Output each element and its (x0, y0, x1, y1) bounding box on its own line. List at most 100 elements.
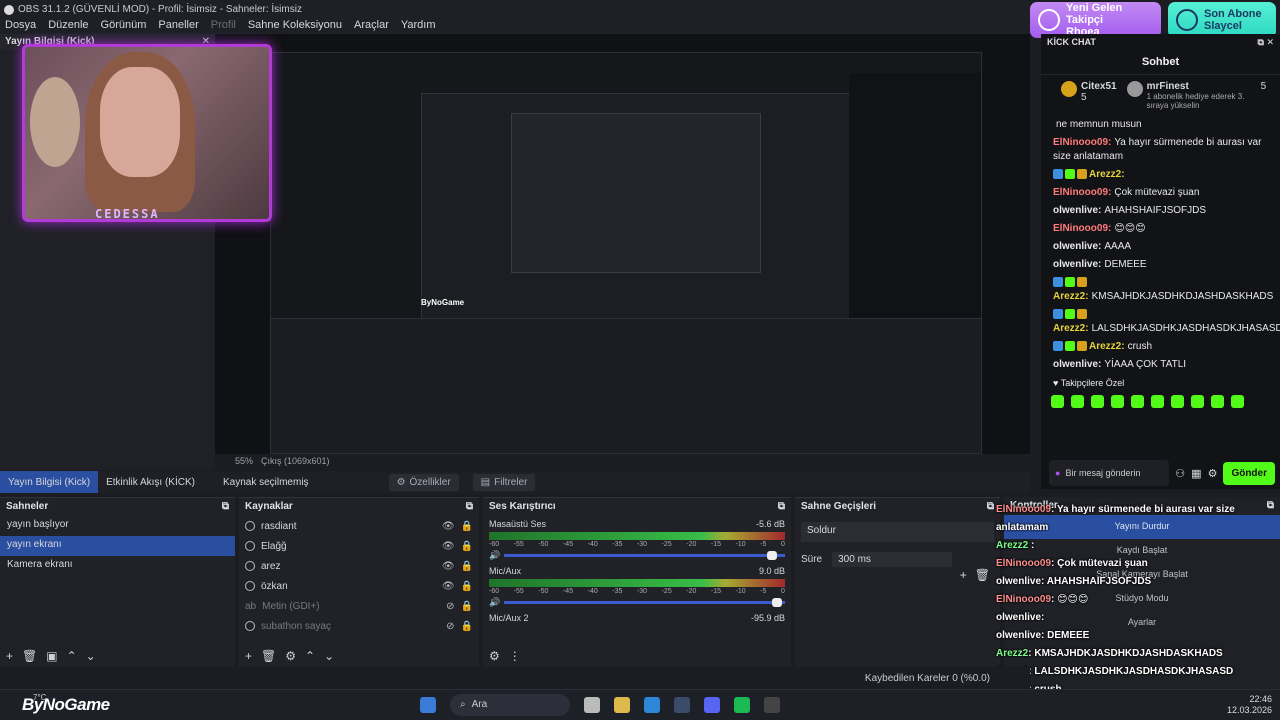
source-row[interactable]: Elağğ 👁 🔒 (239, 536, 479, 556)
add-icon[interactable]: + (960, 568, 967, 582)
undock-icon[interactable]: ⧉ (778, 501, 785, 513)
mic-icon[interactable]: ● (1055, 468, 1060, 478)
chat-username[interactable]: Arezz2: (1089, 341, 1125, 352)
lock-icon[interactable]: 🔒 (461, 621, 473, 632)
slider-knob[interactable] (766, 550, 777, 560)
users-icon[interactable]: ⚇ (1175, 467, 1185, 480)
gifter-pin[interactable]: mrFinest 1 abonelik hediye ederek 3. sıra… (1126, 81, 1266, 110)
tab-event-feed[interactable]: Etkinlik Akışı (KİCK) (98, 471, 203, 493)
gear-icon[interactable]: ⚙ (285, 649, 296, 663)
chevron-up-icon[interactable]: ⌃ (305, 649, 315, 663)
menu-profile[interactable]: Profil (211, 19, 236, 31)
emote-icon[interactable] (1171, 395, 1184, 408)
eye-icon[interactable]: 👁 (442, 581, 455, 592)
discord-icon[interactable] (704, 697, 720, 713)
volume-slider[interactable]: 🔊 (489, 550, 785, 560)
windows-start-icon[interactable] (420, 697, 436, 713)
file-explorer-icon[interactable] (614, 697, 630, 713)
slider-track[interactable] (504, 550, 785, 560)
chat-username[interactable]: olwenlive: (1053, 205, 1101, 216)
chevron-down-icon[interactable]: ⌄ (324, 649, 334, 663)
filters-button[interactable]: ▤ Filtreler (472, 473, 536, 491)
emote-icon[interactable] (1111, 395, 1124, 408)
eye-icon[interactable]: 👁 (442, 561, 455, 572)
tab-stream-info[interactable]: Yayın Bilgisi (Kick) (0, 471, 99, 493)
close-icon[interactable]: ⧉ ✕ (1258, 37, 1274, 47)
chat-username[interactable]: olwenlive: (1053, 359, 1101, 370)
edge-icon[interactable] (644, 697, 660, 713)
gear-icon[interactable]: ⚙ (489, 649, 500, 663)
obs-taskbar-icon[interactable] (764, 697, 780, 713)
source-row[interactable]: subathon sayaç ⊘ 🔒 (239, 616, 479, 636)
chat-username[interactable]: olwenlive: (1053, 259, 1101, 270)
scene-item[interactable]: Kamera ekranı (0, 556, 235, 576)
chevron-down-icon[interactable]: ⌄ (86, 649, 96, 663)
duration-input[interactable]: 300 ms (832, 552, 953, 567)
transition-select[interactable]: Soldur (801, 522, 994, 542)
source-row[interactable]: rasdiant 👁 🔒 (239, 516, 479, 536)
chevron-up-icon[interactable]: ⌃ (67, 649, 77, 663)
source-row[interactable]: arez 👁 🔒 (239, 556, 479, 576)
emote-icon[interactable] (1211, 395, 1224, 408)
properties-button[interactable]: ⚙ Özellikler (388, 473, 459, 491)
volume-slider[interactable]: 🔊 (489, 597, 785, 607)
trash-icon[interactable]: 🗑 (261, 649, 276, 663)
chat-username[interactable]: ElNinooo09: (1053, 223, 1111, 234)
gifter-pin[interactable]: Citex51 5 (1061, 81, 1117, 110)
undock-icon[interactable]: ⧉ (222, 501, 229, 513)
system-tray-clock[interactable]: 22:46 12.03.2026 (1227, 694, 1272, 716)
task-view-icon[interactable] (584, 697, 600, 713)
eye-icon[interactable]: 👁 (442, 521, 455, 532)
zoom-level[interactable]: 55% (235, 456, 253, 466)
emote-icon[interactable] (1151, 395, 1164, 408)
eye-icon[interactable]: 👁 (442, 541, 455, 552)
source-row[interactable]: ab Metin (GDI+) ⊘ 🔒 (239, 596, 479, 616)
emote-icon[interactable] (1131, 395, 1144, 408)
menu-edit[interactable]: Düzenle (48, 19, 88, 31)
menu-file[interactable]: Dosya (5, 19, 36, 31)
chat-username[interactable]: Arezz2: (1089, 169, 1125, 180)
lock-icon[interactable]: 🔒 (461, 581, 473, 592)
undock-icon[interactable]: ⧉ (466, 501, 473, 513)
add-icon[interactable]: + (245, 649, 252, 663)
more-icon[interactable]: ⋮ (509, 649, 521, 663)
gear-icon[interactable]: ⚙ (1208, 467, 1218, 480)
speaker-icon[interactable]: 🔊 (489, 550, 500, 561)
spotify-icon[interactable] (734, 697, 750, 713)
trash-icon[interactable]: 🗑 (22, 649, 37, 663)
chat-username[interactable]: Arezz2: (1053, 291, 1089, 302)
lock-icon[interactable]: 🔒 (461, 541, 473, 552)
eye-hidden-icon[interactable]: ⊘ (446, 601, 454, 612)
scene-item[interactable]: yayın başlıyor (0, 516, 235, 536)
emote-icon[interactable] (1231, 395, 1244, 408)
emote-icon[interactable] (1091, 395, 1104, 408)
filter-icon[interactable]: ▣ (46, 649, 57, 663)
steam-icon[interactable] (674, 697, 690, 713)
lock-icon[interactable]: 🔒 (461, 561, 473, 572)
chat-username[interactable]: Arezz2: (1053, 323, 1089, 334)
slider-track[interactable] (504, 597, 785, 607)
slider-knob[interactable] (772, 597, 783, 607)
lock-icon[interactable]: 🔒 (461, 601, 473, 612)
menu-tools[interactable]: Araçlar (354, 19, 389, 31)
chat-username[interactable]: ElNinooo09: (1053, 137, 1111, 148)
emote-icon[interactable] (1191, 395, 1204, 408)
source-row[interactable]: özkan 👁 🔒 (239, 576, 479, 596)
store-icon[interactable]: ▦ (1191, 467, 1201, 480)
menu-view[interactable]: Görünüm (101, 19, 147, 31)
chat-username[interactable]: ElNinooo09: (1053, 187, 1111, 198)
send-button[interactable]: Gönder (1223, 461, 1275, 485)
lock-icon[interactable]: 🔒 (461, 521, 473, 532)
taskbar-search[interactable]: ⌕ Ara (450, 694, 570, 716)
trash-icon[interactable]: 🗑 (975, 568, 990, 582)
menu-docks[interactable]: Paneller (158, 19, 198, 31)
undock-icon[interactable]: ⧉ (987, 501, 994, 513)
speaker-icon[interactable]: 🔊 (489, 597, 500, 608)
add-icon[interactable]: + (6, 649, 13, 663)
chat-username[interactable]: olwenlive: (1053, 241, 1101, 252)
chat-input[interactable]: ● Bir mesaj gönderin (1049, 460, 1170, 486)
eye-hidden-icon[interactable]: ⊘ (446, 621, 454, 632)
menu-help[interactable]: Yardım (401, 19, 436, 31)
weather-temp[interactable]: 7°C (33, 693, 46, 702)
emote-icon[interactable] (1051, 395, 1064, 408)
